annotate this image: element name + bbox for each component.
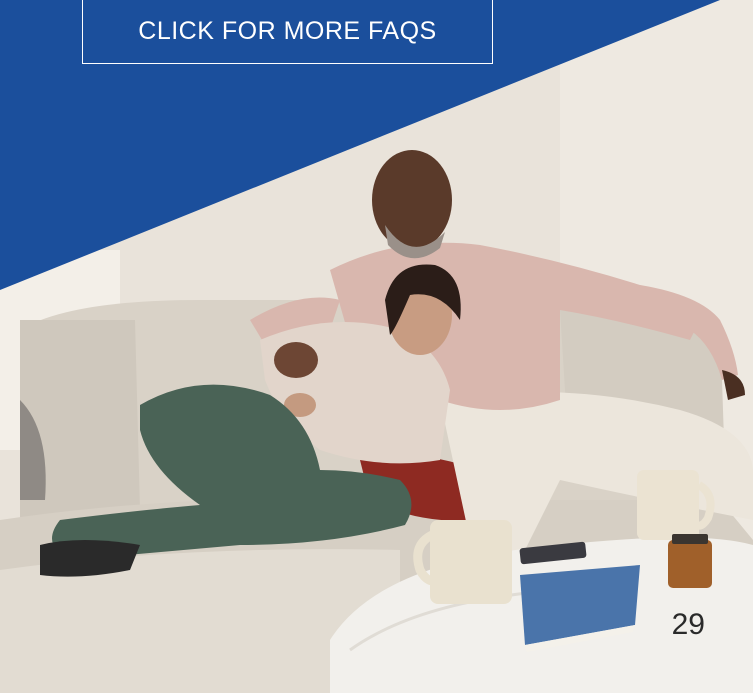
brochure-page: CLICK FOR MORE FAQS 29 (0, 0, 753, 693)
more-faqs-button[interactable]: CLICK FOR MORE FAQS (82, 0, 493, 64)
page-number: 29 (671, 608, 705, 641)
couple-on-sofa-photo (0, 0, 753, 693)
